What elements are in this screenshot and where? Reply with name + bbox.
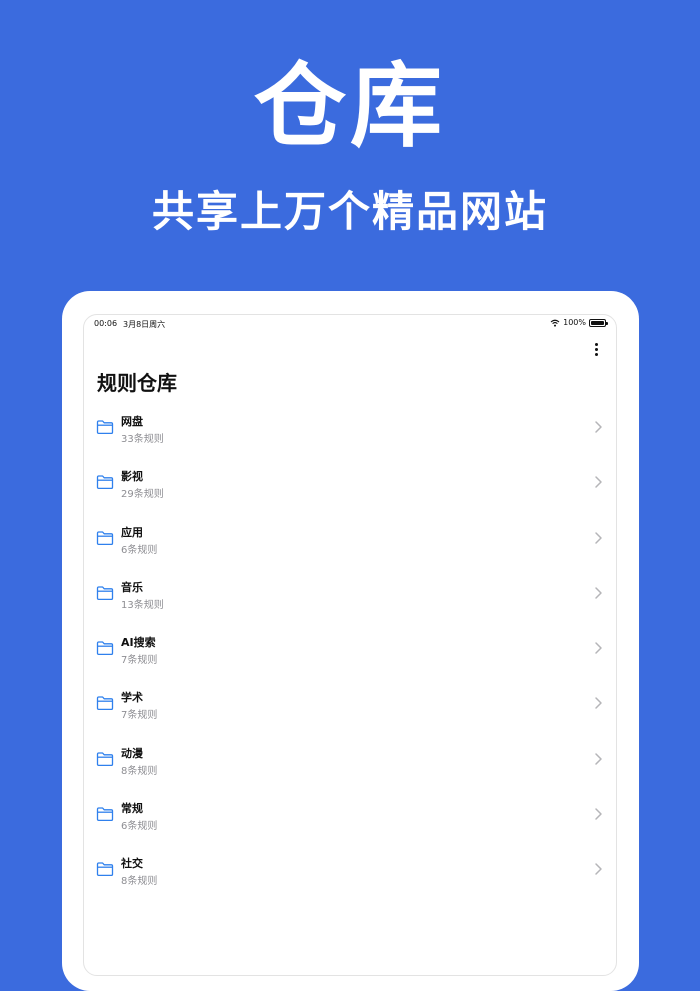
wifi-icon	[550, 319, 560, 327]
rule-count: 6条规则	[121, 544, 158, 556]
battery-icon	[589, 318, 608, 327]
category-name: 应用	[121, 525, 143, 539]
category-name: 社交	[121, 857, 143, 870]
chevron-right-icon	[595, 697, 602, 709]
category-name: 音乐	[121, 580, 143, 594]
rule-count: 7条规则	[121, 655, 158, 666]
list-item-0[interactable]: 网盘 33条规则	[84, 405, 616, 460]
chevron-right-icon	[595, 531, 602, 544]
list-item-7[interactable]: 常规 6条规则	[84, 792, 616, 847]
category-name: 网盘	[121, 415, 143, 428]
category-name: AI搜索	[121, 636, 156, 649]
status-date: 3月8日周六	[123, 320, 166, 329]
chevron-right-icon	[595, 752, 602, 765]
chevron-right-icon	[595, 863, 602, 875]
tablet-frame: 00:06 3月8日周六 100% 规则仓库 网盘 33条规则 影视 29条规则…	[62, 291, 639, 991]
rule-count: 29条规则	[121, 489, 164, 501]
chevron-right-icon	[595, 421, 602, 433]
folder-icon	[96, 751, 114, 766]
status-time: 00:06	[94, 319, 118, 328]
folder-icon	[96, 862, 114, 877]
hero-title: 仓库	[253, 53, 446, 160]
rule-count: 8条规则	[121, 876, 158, 887]
list-item-3[interactable]: 音乐 13条规则	[84, 571, 616, 626]
rule-count: 7条规则	[121, 710, 158, 722]
list-item-1[interactable]: 影视 29条规则	[84, 460, 616, 515]
page-title: 规则仓库	[97, 371, 177, 395]
rule-count: 6条规则	[121, 820, 158, 832]
list-item-2[interactable]: 应用 6条规则	[84, 516, 616, 571]
status-indicators: 100%	[550, 318, 608, 327]
list-item-6[interactable]: 动漫 8条规则	[84, 737, 616, 792]
status-bar: 00:06 3月8日周六 100%	[84, 315, 616, 333]
category-name: 动漫	[121, 746, 143, 760]
category-name: 影视	[121, 470, 143, 484]
rule-count: 33条规则	[121, 434, 164, 445]
chevron-right-icon	[595, 587, 602, 599]
folder-icon	[96, 586, 114, 600]
folder-icon	[96, 807, 114, 821]
more-options-icon[interactable]	[588, 339, 604, 359]
category-name: 常规	[121, 801, 143, 815]
list-item-4[interactable]: AI搜索 7条规则	[84, 626, 616, 681]
rule-count: 8条规则	[121, 765, 158, 777]
category-list: 网盘 33条规则 影视 29条规则 应用 6条规则 音乐 13条规则 AI搜索 …	[84, 405, 616, 902]
folder-icon	[96, 475, 114, 490]
rule-count: 13条规则	[121, 599, 164, 611]
folder-icon	[96, 641, 114, 656]
folder-icon	[96, 696, 114, 711]
list-item-8[interactable]: 社交 8条规则	[84, 847, 616, 902]
chevron-right-icon	[595, 808, 602, 820]
hero-subtitle: 共享上万个精品网站	[151, 187, 548, 236]
chevron-right-icon	[595, 642, 602, 654]
category-name: 学术	[121, 691, 143, 705]
chevron-right-icon	[595, 476, 602, 488]
folder-icon	[96, 530, 114, 545]
app-screen: 00:06 3月8日周六 100% 规则仓库 网盘 33条规则 影视 29条规则…	[83, 314, 617, 976]
battery-percent: 100%	[563, 318, 586, 327]
list-item-5[interactable]: 学术 7条规则	[84, 681, 616, 736]
folder-icon	[96, 420, 114, 435]
